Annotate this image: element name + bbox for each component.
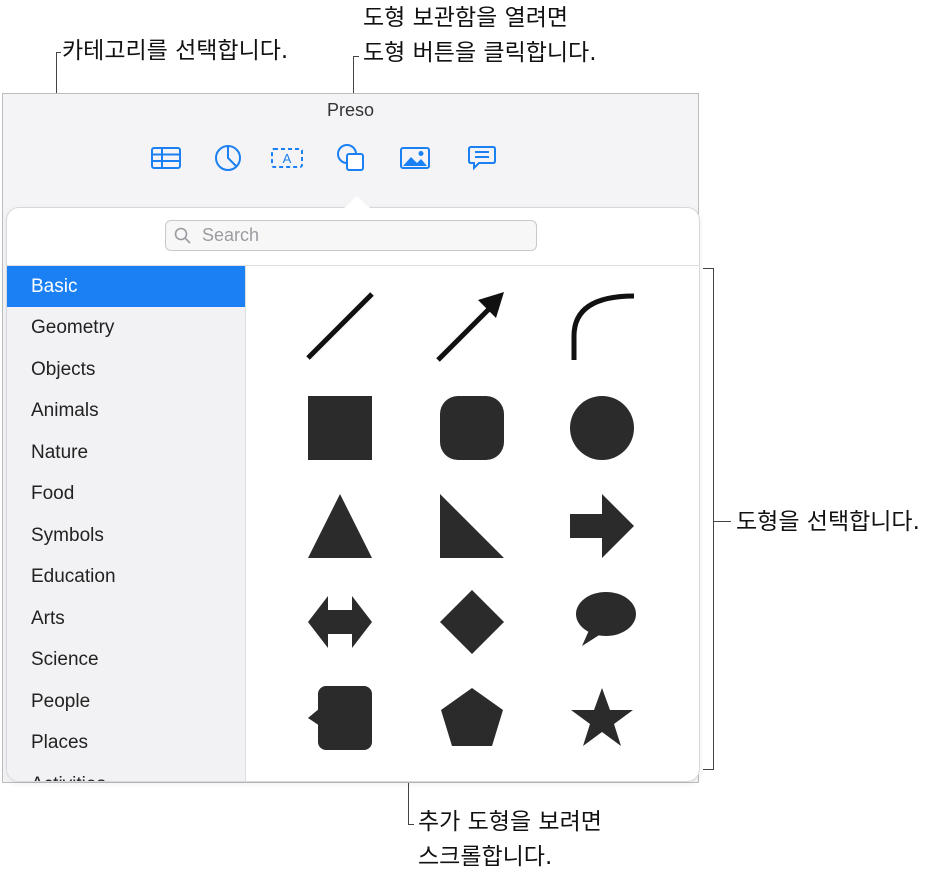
table-button[interactable] (149, 141, 183, 175)
sidebar-item-science[interactable]: Science (7, 639, 245, 680)
shape-rounded-square[interactable] (432, 388, 512, 468)
category-sidebar[interactable]: Basic Geometry Objects Animals Nature Fo… (7, 266, 246, 781)
shape-double-arrow[interactable] (300, 582, 380, 662)
sidebar-item-objects[interactable]: Objects (7, 349, 245, 390)
shape-circle[interactable] (562, 388, 642, 468)
shape-curve[interactable] (562, 286, 642, 366)
shape-square[interactable] (300, 388, 380, 468)
popover-arrow (343, 196, 371, 209)
sidebar-item-people[interactable]: People (7, 681, 245, 722)
shape-arrow-line[interactable] (432, 286, 512, 366)
callout-scroll-line1: 추가 도형을 보려면 (418, 809, 602, 835)
comment-button[interactable] (465, 141, 499, 175)
callout-shapes-button-line1: 도형 보관함을 열려면 (363, 5, 569, 31)
callout-line-scroll-tick (408, 824, 414, 825)
callout-bracket-vertical (713, 268, 714, 770)
media-button[interactable] (398, 141, 432, 175)
callout-bracket-bottom (703, 769, 714, 770)
shape-line[interactable] (300, 286, 380, 366)
table-icon (151, 147, 181, 169)
callout-line-category-tick (56, 52, 61, 53)
callout-line-shapes-button-tick (353, 56, 359, 57)
sidebar-item-places[interactable]: Places (7, 722, 245, 763)
sidebar-item-activities[interactable]: Activities (7, 764, 245, 781)
sidebar-item-arts[interactable]: Arts (7, 598, 245, 639)
sidebar-item-food[interactable]: Food (7, 473, 245, 514)
window-title: Preso (326, 100, 375, 120)
callout-bracket-top (703, 268, 714, 269)
shape-diamond[interactable] (432, 582, 512, 662)
text-button[interactable]: A (270, 141, 304, 175)
sidebar-item-education[interactable]: Education (7, 556, 245, 597)
sidebar-item-animals[interactable]: Animals (7, 390, 245, 431)
search-input[interactable]: Search (165, 220, 537, 251)
search-placeholder: Search (202, 225, 260, 245)
svg-text:A: A (283, 151, 292, 166)
callout-select-category: 카테고리를 선택합니다. (62, 38, 289, 64)
shape-star[interactable] (562, 678, 642, 758)
shape-triangle[interactable] (300, 486, 380, 566)
shape-button[interactable] (334, 141, 368, 175)
sidebar-item-basic[interactable]: Basic (7, 266, 245, 307)
callout-scroll-line2: 스크롤합니다. (418, 844, 553, 870)
shape-right-triangle[interactable] (432, 486, 512, 566)
text-icon: A (271, 148, 303, 168)
callout-shapes-button-line2: 도형 버튼을 클릭합니다. (363, 40, 597, 66)
media-icon (400, 147, 430, 169)
app-window: Preso A Search Basic Geometry Objects An… (2, 93, 699, 783)
shape-speech-bubble[interactable] (562, 582, 642, 662)
comment-icon (468, 146, 496, 171)
search-icon (174, 227, 191, 244)
callout-bracket-tick (713, 521, 731, 522)
chart-icon (215, 145, 241, 171)
sidebar-item-symbols[interactable]: Symbols (7, 515, 245, 556)
shape-pentagon[interactable] (432, 678, 512, 758)
shapes-grid[interactable] (246, 266, 699, 781)
sidebar-item-nature[interactable]: Nature (7, 432, 245, 473)
shape-arrow[interactable] (562, 486, 642, 566)
shape-icon (337, 144, 364, 171)
chart-button[interactable] (211, 141, 245, 175)
callout-select-shape: 도형을 선택합니다. (736, 509, 920, 535)
shape-callout-box[interactable] (300, 678, 380, 758)
shape-library-popover: Search Basic Geometry Objects Animals Na… (7, 196, 699, 781)
sidebar-item-geometry[interactable]: Geometry (7, 307, 245, 348)
